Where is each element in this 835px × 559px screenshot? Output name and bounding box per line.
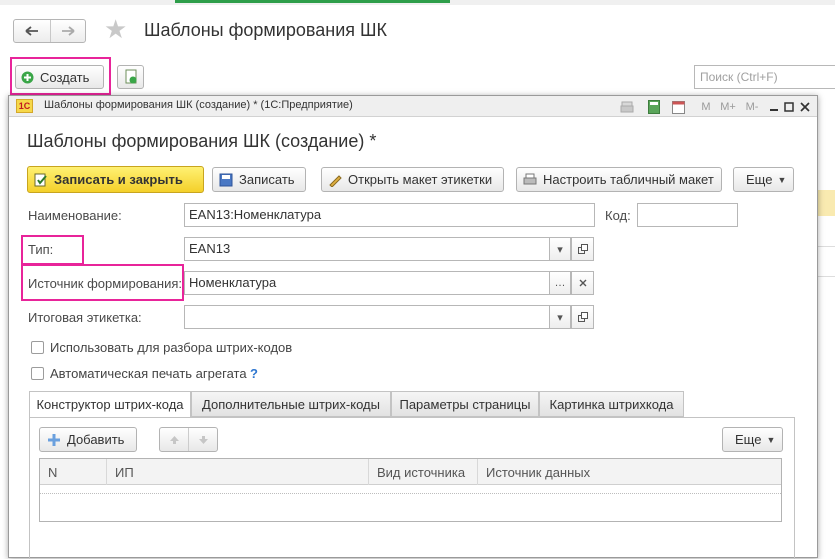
final-label-field[interactable]: [184, 305, 550, 329]
column-header-ip[interactable]: ИП: [107, 459, 369, 485]
document-check-icon: [34, 173, 47, 186]
configure-table-layout-button[interactable]: Настроить табличный макет: [516, 167, 722, 192]
barcode-parts-table[interactable]: N ИП Вид источника Источник данных: [39, 458, 782, 522]
copy-button[interactable]: [117, 65, 144, 89]
more-label: Еще: [746, 172, 773, 187]
save-and-close-label: Записать и закрыть: [54, 172, 183, 187]
save-and-close-button[interactable]: Записать и закрыть: [27, 166, 204, 193]
maximize-icon: [784, 101, 794, 112]
more-button[interactable]: Еще ▼: [733, 167, 794, 192]
top-strip: [0, 0, 835, 5]
highlight-create: [10, 57, 111, 95]
open-link-icon: [577, 244, 588, 254]
close-button[interactable]: [798, 98, 812, 115]
table-header: N ИП Вид источника Источник данных: [40, 459, 781, 485]
plus-icon: [48, 433, 60, 446]
arrow-right-icon: [62, 26, 75, 36]
use-for-parsing-label: Использовать для разбора штрих-кодов: [50, 340, 293, 355]
forward-button[interactable]: [50, 20, 86, 42]
chevron-down-icon: ▼: [766, 434, 776, 445]
close-icon: [800, 101, 810, 112]
auto-print-checkbox[interactable]: [31, 367, 44, 380]
print-icon[interactable]: [619, 98, 635, 115]
tab-additional-barcodes[interactable]: Дополнительные штрих-коды: [191, 391, 391, 417]
selected-row-fragment: [815, 190, 835, 216]
name-field[interactable]: EAN13:Номенклатура: [184, 203, 595, 227]
type-dropdown-button[interactable]: ▾: [549, 237, 571, 261]
move-down-button[interactable]: [189, 428, 217, 451]
move-buttons: [159, 427, 218, 452]
minimize-icon: [770, 108, 778, 111]
highlight-type: [21, 235, 84, 265]
name-label: Наименование:: [28, 208, 122, 223]
clear-icon: [579, 279, 586, 287]
tab-barcode-constructor[interactable]: Конструктор штрих-кода: [29, 391, 191, 418]
source-field[interactable]: Номенклатура: [184, 271, 550, 295]
tab-barcode-picture[interactable]: Картинка штрихкода: [539, 391, 684, 417]
column-header-data-source[interactable]: Источник данных: [478, 459, 781, 485]
save-label: Записать: [239, 172, 295, 187]
search-input[interactable]: Поиск (Ctrl+F): [694, 65, 835, 89]
maximize-button[interactable]: [782, 98, 796, 115]
form-title: Шаблоны формирования ШК (создание) *: [27, 131, 377, 151]
code-label: Код:: [605, 208, 631, 223]
final-label-dropdown-button[interactable]: ▾: [549, 305, 571, 329]
memory-minus-button[interactable]: M-: [742, 98, 762, 115]
source-select-button[interactable]: …: [549, 271, 571, 295]
column-header-source-type[interactable]: Вид источника: [369, 459, 478, 485]
page-title: Шаблоны формирования ШК: [144, 20, 387, 40]
open-label-layout-button[interactable]: Открыть макет этикетки: [321, 167, 504, 192]
column-header-n[interactable]: N: [40, 459, 107, 485]
back-button[interactable]: [14, 20, 51, 42]
final-label-open-button[interactable]: [571, 305, 594, 329]
window-title: Шаблоны формирования ШК (создание) * (1С…: [44, 99, 353, 111]
save-button[interactable]: Записать: [212, 167, 306, 192]
row-divider: [815, 246, 835, 247]
app-logo: 1С: [16, 99, 33, 113]
printer-icon: [523, 173, 537, 184]
copy-document-icon: [125, 69, 136, 84]
memory-plus-button[interactable]: M+: [717, 98, 739, 115]
chevron-down-icon: ▾: [557, 243, 563, 256]
window-titlebar: 1С Шаблоны формирования ШК (создание) * …: [9, 96, 817, 117]
table-row[interactable]: [40, 486, 781, 494]
panel-more-button[interactable]: Еще ▼: [722, 427, 783, 452]
configure-table-layout-label: Настроить табличный макет: [543, 172, 714, 187]
source-clear-button[interactable]: [571, 271, 594, 295]
tab-page-settings[interactable]: Параметры страницы: [391, 391, 539, 417]
panel-more-label: Еще: [735, 432, 762, 447]
highlight-source: [21, 264, 184, 301]
arrow-down-icon: [198, 435, 208, 444]
open-link-icon: [577, 312, 588, 322]
add-label: Добавить: [67, 432, 125, 447]
floppy-disk-icon: [219, 173, 233, 186]
minimize-button[interactable]: [767, 98, 781, 115]
move-up-button[interactable]: [160, 428, 189, 451]
code-field[interactable]: [637, 203, 738, 227]
chevron-down-icon: ▾: [557, 311, 563, 324]
help-icon[interactable]: ?: [250, 366, 258, 381]
ellipsis-icon: …: [554, 277, 566, 289]
star-icon[interactable]: ★: [104, 16, 127, 42]
arrow-left-icon: [25, 26, 38, 36]
calendar-icon[interactable]: [670, 98, 686, 115]
type-field[interactable]: EAN13: [184, 237, 550, 261]
type-open-button[interactable]: [571, 237, 594, 261]
memory-button[interactable]: M: [699, 98, 713, 115]
chevron-down-icon: ▼: [777, 174, 787, 185]
row-divider: [815, 276, 835, 277]
pencil-label-icon: [329, 174, 342, 187]
auto-print-label: Автоматическая печать агрегата: [50, 366, 247, 381]
nav-buttons: [13, 19, 86, 43]
calculator-icon[interactable]: [646, 98, 662, 115]
open-label-layout-label: Открыть макет этикетки: [348, 172, 493, 187]
final-label-label: Итоговая этикетка:: [28, 310, 142, 325]
arrow-up-icon: [169, 435, 179, 444]
add-button[interactable]: Добавить: [39, 427, 137, 452]
use-for-parsing-checkbox[interactable]: [31, 341, 44, 354]
form-window: 1С Шаблоны формирования ШК (создание) * …: [8, 95, 818, 559]
